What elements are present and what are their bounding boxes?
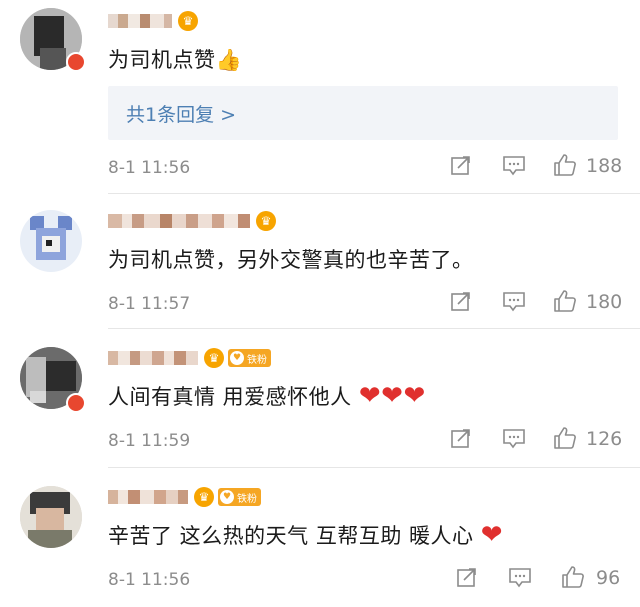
comment-feed: ♛ 为司机点赞👍 共1条回复 > 8-1 11:56 188 ♛ 为司机点赞，另…: [0, 0, 640, 607]
heart-emoji-icon: ❤: [403, 381, 426, 411]
comment-item: ♛ ♥ 铁粉 辛苦了 这么热的天气 互帮互助 暖人心 ❤ 8-1 11:56 96: [0, 468, 640, 607]
share-icon[interactable]: [450, 290, 472, 312]
crown-badge-icon: ♛: [256, 211, 276, 231]
crown-badge-icon: ♛: [204, 348, 224, 368]
thumbs-up-icon[interactable]: [552, 288, 578, 314]
username-row[interactable]: ♛ ♥ 铁粉: [108, 347, 271, 369]
username-row[interactable]: ♛: [108, 10, 198, 32]
comment-time: 8-1 11:59: [108, 431, 191, 451]
like-count: 126: [586, 428, 623, 450]
reply-count-link[interactable]: 共1条回复 >: [126, 100, 236, 127]
thumbs-up-icon[interactable]: [552, 425, 578, 451]
comment-item: ♛ ♥ 铁粉 人间有真情 用爱感怀他人 ❤❤❤ 8-1 11:59 126: [0, 329, 640, 469]
heart-badge-icon: ♥: [220, 490, 234, 504]
crown-badge-icon: ♛: [194, 487, 214, 507]
heart-emoji-icon: ❤: [381, 381, 404, 411]
username-pixelated: [108, 214, 250, 228]
comment-text: 为司机点赞👍: [108, 48, 243, 72]
fan-badge-label: 铁粉: [247, 354, 267, 366]
comment-icon[interactable]: [502, 290, 526, 312]
thumbs-up-icon[interactable]: [560, 564, 586, 590]
like-count: 180: [586, 291, 623, 313]
share-icon[interactable]: [456, 566, 478, 588]
comment-icon[interactable]: [502, 154, 526, 176]
verified-badge-icon: [66, 52, 86, 72]
heart-badge-icon: ♥: [230, 351, 244, 365]
fan-level-badge: ♥ 铁粉: [228, 349, 271, 367]
thumbs-up-icon[interactable]: [552, 152, 578, 178]
username-pixelated: [108, 490, 188, 504]
comment-icon[interactable]: [508, 566, 532, 588]
like-count: 188: [586, 155, 623, 177]
comment-item: ♛ 为司机点赞，另外交警真的也辛苦了。 8-1 11:57 180: [0, 194, 640, 329]
share-icon[interactable]: [450, 427, 472, 449]
avatar[interactable]: [20, 210, 82, 272]
username-pixelated: [108, 351, 198, 365]
username-row[interactable]: ♛ ♥ 铁粉: [108, 486, 261, 508]
comment-text: 人间有真情 用爱感怀他人 ❤❤❤: [108, 381, 426, 411]
fan-badge-label: 铁粉: [237, 493, 257, 505]
comment-text: 辛苦了 这么热的天气 互帮互助 暖人心 ❤: [108, 520, 503, 550]
fan-level-badge: ♥ 铁粉: [218, 488, 261, 506]
heart-emoji-icon: ❤: [480, 520, 503, 550]
comment-time: 8-1 11:56: [108, 570, 191, 590]
reply-summary[interactable]: 共1条回复 >: [108, 86, 618, 140]
comment-item: ♛ 为司机点赞👍 共1条回复 > 8-1 11:56 188: [0, 0, 640, 194]
crown-badge-icon: ♛: [178, 11, 198, 31]
comment-time: 8-1 11:57: [108, 294, 191, 314]
comment-icon[interactable]: [502, 427, 526, 449]
username-row[interactable]: ♛: [108, 210, 276, 232]
share-icon[interactable]: [450, 154, 472, 176]
heart-emoji-icon: ❤: [358, 381, 382, 411]
like-count: 96: [596, 567, 621, 589]
avatar[interactable]: [20, 486, 82, 548]
comment-text: 为司机点赞，另外交警真的也辛苦了。: [108, 248, 474, 272]
comment-time: 8-1 11:56: [108, 158, 191, 178]
verified-badge-icon: [66, 393, 86, 413]
username-pixelated: [108, 14, 172, 28]
